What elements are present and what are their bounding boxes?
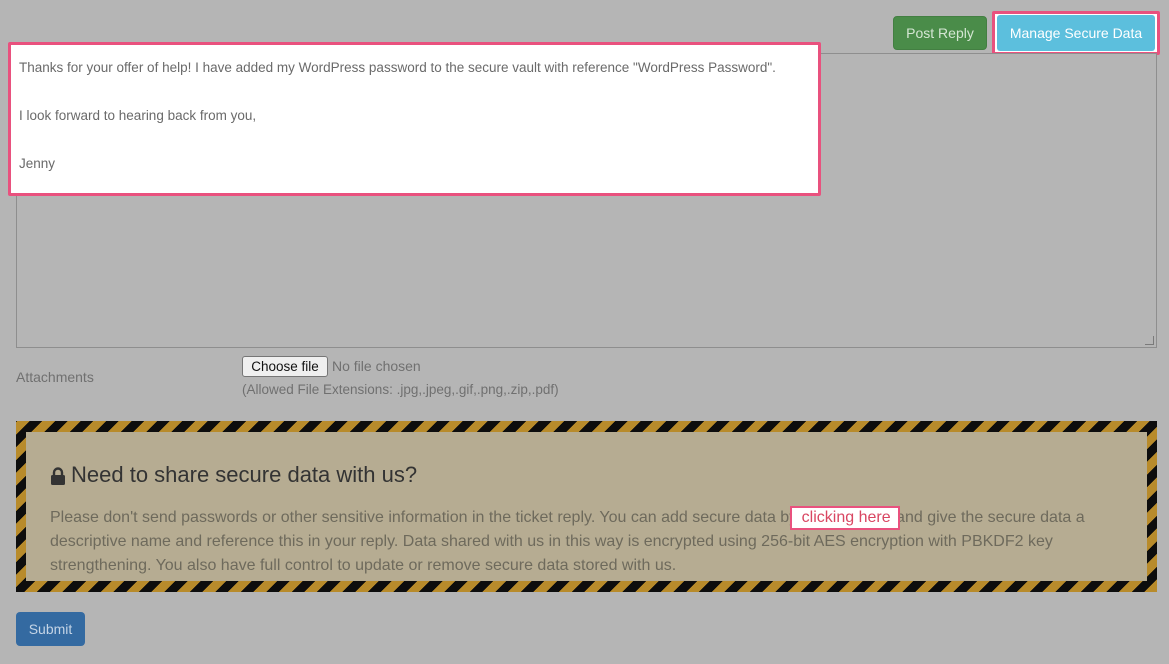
ticket-reply-page: Post Reply Manage Secure Data Thanks for… [0, 0, 1169, 664]
attachments-label: Attachments [16, 369, 94, 385]
lock-icon [50, 466, 66, 485]
reply-message: Thanks for your offer of help! I have ad… [19, 60, 814, 172]
notice-panel: Need to share secure data with us? Pleas… [26, 432, 1147, 581]
resize-handle[interactable] [1145, 336, 1154, 345]
notice-title: Need to share secure data with us? [50, 462, 417, 488]
submit-button[interactable]: Submit [16, 612, 85, 646]
notice-title-text: Need to share secure data with us? [71, 462, 418, 487]
reply-line-2: I look forward to hearing back from you, [19, 108, 257, 123]
manage-secure-data-button[interactable]: Manage Secure Data [997, 15, 1155, 51]
choose-file-button[interactable]: Choose file [242, 356, 328, 377]
post-reply-button[interactable]: Post Reply [893, 16, 987, 50]
allowed-extensions-text: (Allowed File Extensions: .jpg,.jpeg,.gi… [242, 382, 559, 397]
clicking-here-link[interactable]: clicking here [789, 506, 900, 530]
reply-line-3: Jenny [19, 156, 56, 171]
no-file-chosen-text: No file chosen [332, 358, 421, 374]
notice-text-before-link: Please don't send passwords or other sen… [50, 509, 798, 526]
secure-data-notice: Need to share secure data with us? Pleas… [16, 421, 1157, 592]
notice-body: Please don't send passwords or other sen… [50, 506, 1120, 577]
reply-line-1: Thanks for your offer of help! I have ad… [19, 60, 776, 75]
